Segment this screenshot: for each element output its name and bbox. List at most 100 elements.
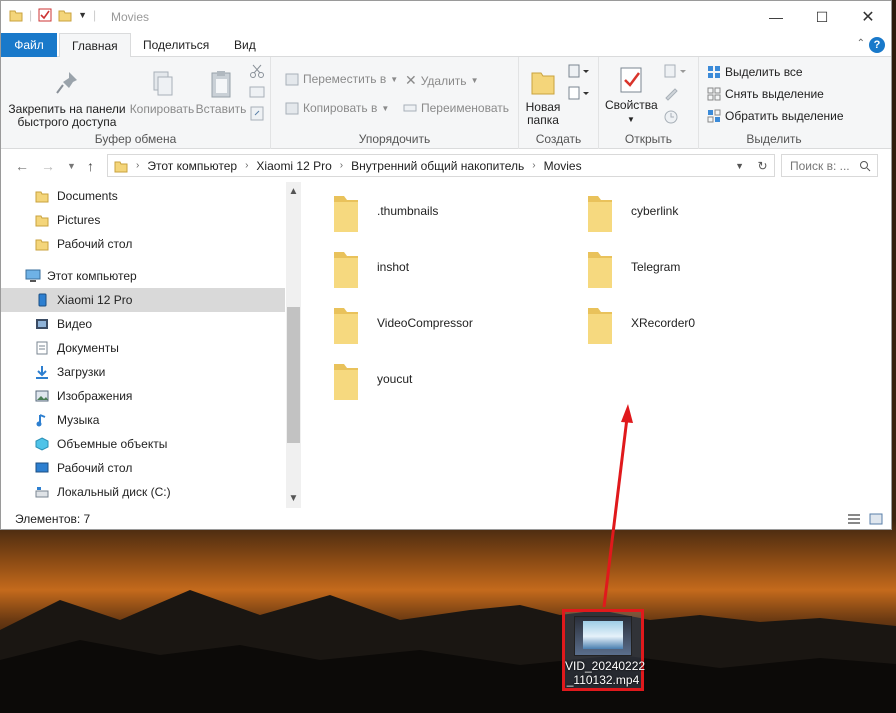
folder-icon[interactable] bbox=[9, 8, 23, 22]
move-to-label: Переместить в bbox=[303, 72, 387, 86]
folder-item[interactable]: Telegram bbox=[585, 248, 835, 298]
invert-selection-button[interactable]: Обратить выделение bbox=[707, 109, 844, 123]
address-field[interactable]: › Этот компьютер › Xiaomi 12 Pro › Внутр… bbox=[107, 154, 775, 177]
properties-icon[interactable] bbox=[38, 8, 52, 22]
tab-view[interactable]: Вид bbox=[222, 33, 268, 57]
pin-quick-access-button[interactable]: Закрепить на панели быстрого доступа bbox=[7, 69, 127, 129]
maximize-icon[interactable]: ☐ bbox=[799, 1, 845, 33]
nav-item-label: Pictures bbox=[57, 213, 101, 227]
drive-icon bbox=[35, 485, 51, 499]
paste-button[interactable]: Вставить bbox=[195, 69, 247, 116]
history-icon[interactable] bbox=[663, 109, 679, 125]
delete-button[interactable]: ✕ Удалить ▼ bbox=[405, 72, 478, 89]
chevron-up-icon[interactable]: ⌃ bbox=[857, 38, 865, 49]
nav-item[interactable]: Pictures bbox=[1, 208, 285, 232]
folder-icon bbox=[588, 308, 612, 344]
folder-item[interactable]: inshot bbox=[331, 248, 581, 298]
nav-item[interactable]: Documents bbox=[1, 184, 285, 208]
back-icon[interactable]: ← bbox=[15, 158, 29, 174]
search-input[interactable]: Поиск в: ... bbox=[781, 154, 878, 177]
scrollbar-thumb[interactable] bbox=[287, 307, 300, 443]
rename-button[interactable]: Переименовать bbox=[403, 101, 509, 115]
move-to-button[interactable]: Переместить в ▼ bbox=[285, 72, 398, 86]
scroll-down-icon[interactable]: ▼ bbox=[286, 493, 301, 504]
properties-button[interactable]: Свойства ▼ bbox=[605, 65, 658, 126]
copy-to-icon bbox=[285, 102, 299, 115]
rename-icon bbox=[403, 104, 417, 112]
folder-name: youcut bbox=[377, 372, 413, 386]
new-folder-button[interactable]: Новая папка bbox=[523, 67, 563, 127]
nav-item[interactable]: Музыка bbox=[1, 408, 285, 432]
navigation-pane: Documents Pictures Рабочий стол Этот компью… bbox=[1, 182, 301, 508]
group-organize: Переместить в ▼ Копировать в ▼ ✕ Удалить ▼ … bbox=[271, 57, 519, 149]
details-view-icon[interactable] bbox=[847, 513, 861, 525]
breadcrumb-this-pc[interactable]: Этот компьютер bbox=[147, 159, 237, 173]
tab-home[interactable]: Главная bbox=[59, 33, 131, 58]
open-icon[interactable] bbox=[663, 63, 689, 79]
edit-icon[interactable] bbox=[663, 85, 679, 101]
refresh-icon[interactable]: ↻ bbox=[751, 154, 775, 177]
folder-item[interactable]: cyberlink bbox=[585, 192, 835, 242]
tab-file[interactable]: Файл bbox=[1, 33, 57, 57]
folder-item[interactable]: .thumbnails bbox=[331, 192, 581, 242]
select-none-button[interactable]: Снять выделение bbox=[707, 87, 824, 101]
close-icon[interactable]: ✕ bbox=[845, 1, 891, 33]
copy-to-button[interactable]: Копировать в ▼ bbox=[285, 101, 389, 115]
cut-icon[interactable] bbox=[249, 63, 265, 79]
select-all-button[interactable]: Выделить все bbox=[707, 65, 803, 79]
scroll-up-icon[interactable]: ▲ bbox=[286, 186, 301, 197]
breadcrumb-device[interactable]: Xiaomi 12 Pro bbox=[256, 159, 331, 173]
paste-shortcut-icon[interactable] bbox=[249, 105, 265, 121]
nav-item[interactable]: Рабочий стол bbox=[1, 456, 285, 480]
window-title: Movies bbox=[111, 10, 150, 24]
forward-icon[interactable]: → bbox=[41, 158, 55, 174]
navigation-scrollbar[interactable]: ▲ ▼ bbox=[286, 182, 301, 508]
customize-qat-icon[interactable]: ▼ bbox=[78, 10, 87, 20]
nav-item[interactable]: Загрузки bbox=[1, 360, 285, 384]
up-icon[interactable]: ↑ bbox=[87, 158, 94, 174]
copy-button[interactable]: Копировать bbox=[125, 69, 199, 116]
nav-item[interactable]: Локальный диск (C:) bbox=[1, 480, 285, 504]
chevron-down-icon[interactable]: ▼ bbox=[735, 161, 744, 171]
large-icons-view-icon[interactable] bbox=[869, 513, 883, 525]
clipboard-icon bbox=[211, 71, 231, 98]
group-open: Свойства ▼ Открыть bbox=[599, 57, 699, 149]
phone-icon bbox=[35, 293, 51, 307]
nav-item[interactable]: Видео bbox=[1, 312, 285, 336]
easy-access-icon[interactable] bbox=[567, 85, 589, 101]
nav-item[interactable]: Изображения bbox=[1, 384, 285, 408]
copy-label: Копировать bbox=[129, 102, 195, 116]
chevron-down-icon: ▼ bbox=[390, 74, 399, 84]
group-label-organize: Упорядочить bbox=[358, 132, 431, 146]
search-placeholder: Поиск в: ... bbox=[790, 158, 850, 173]
breadcrumb-movies[interactable]: Movies bbox=[544, 159, 582, 173]
nav-item-label: Documents bbox=[57, 189, 118, 203]
folder-item[interactable]: XRecorder0 bbox=[585, 304, 835, 354]
help-icon[interactable]: ? bbox=[869, 37, 885, 53]
new-item-icon[interactable] bbox=[567, 63, 589, 79]
folder-item[interactable]: VideoCompressor bbox=[331, 304, 581, 354]
nav-item[interactable]: Рабочий стол bbox=[1, 232, 285, 256]
properties-label: Свойства bbox=[605, 98, 658, 112]
nav-item[interactable]: Документы bbox=[1, 336, 285, 360]
folder-icon bbox=[35, 237, 51, 251]
nav-item[interactable]: Xiaomi 12 Pro bbox=[1, 288, 285, 312]
group-create: Новая папка Создать bbox=[519, 57, 599, 149]
folder-icon bbox=[588, 196, 612, 232]
minimize-icon[interactable]: — bbox=[753, 1, 799, 33]
new-folder-icon[interactable] bbox=[58, 8, 72, 22]
copy-path-icon[interactable] bbox=[249, 85, 265, 99]
folder-icon bbox=[35, 213, 51, 227]
folder-icon bbox=[114, 161, 128, 172]
tab-share[interactable]: Поделиться bbox=[131, 33, 221, 57]
nav-item[interactable]: Объемные объекты bbox=[1, 432, 285, 456]
breadcrumb-storage[interactable]: Внутренний общий накопитель bbox=[351, 159, 524, 173]
recent-locations-icon[interactable]: ▼ bbox=[67, 161, 76, 171]
folder-item[interactable]: youcut bbox=[331, 360, 581, 410]
desktop-video-file[interactable]: VID_20240222 _110132.mp4 bbox=[562, 609, 645, 691]
breadcrumb-separator: › bbox=[339, 160, 344, 171]
copy-to-label: Копировать в bbox=[303, 101, 378, 115]
nav-item[interactable]: Этот компьютер bbox=[1, 264, 285, 288]
pin-label-line2: быстрого доступа bbox=[17, 115, 117, 129]
group-label-select: Выделить bbox=[746, 132, 802, 146]
